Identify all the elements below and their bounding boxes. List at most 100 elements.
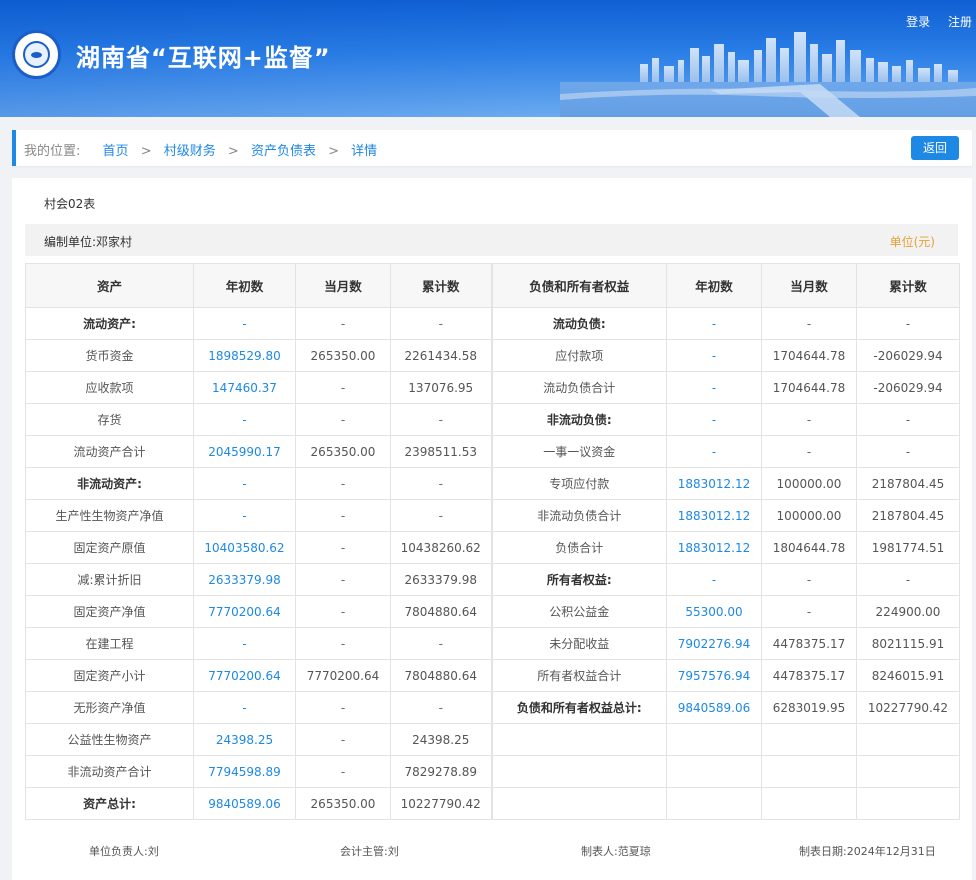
liability-item-cell: 应付款项 [490,339,667,372]
table-row: 应收款项 147460.37-137076.95 流动负债合计 -1704644.78… [25,371,960,404]
asset-month-cell: 265350.00 [295,787,391,820]
liability-opening-cell: 9840589.06 [666,691,762,724]
back-button[interactable]: 返回 [911,136,959,160]
liability-cumulative-cell: - [856,307,960,340]
asset-month-cell: - [295,595,391,628]
accounting-head-signature: 会计主管:刘 [340,845,399,858]
asset-opening-cell: 147460.37 [193,371,296,404]
asset-month-cell: - [295,531,391,564]
asset-opening-cell: - [193,627,296,660]
liability-opening-cell: 55300.00 [666,595,762,628]
register-link[interactable]: 注册 [948,15,972,29]
site-logo-icon[interactable] [12,30,61,79]
asset-cumulative-cell: - [390,307,492,340]
asset-opening-cell: - [193,499,296,532]
liability-opening-cell: 7957576.94 [666,659,762,692]
table-row: 非流动资产合计 7794598.89-7829278.89 [25,755,960,788]
table-row: 公益性生物资产 24398.25-24398.25 [25,723,960,756]
asset-cumulative-cell: 10227790.42 [390,787,492,820]
liability-cumulative-cell: 8021115.91 [856,627,960,660]
liability-cumulative-cell: -206029.94 [856,371,960,404]
form-code: 村会02表 [44,197,96,211]
liability-item-cell: 负债合计 [490,531,667,564]
asset-opening-cell: 7770200.64 [193,659,296,692]
asset-opening-cell: 2045990.17 [193,435,296,468]
liability-opening-cell: - [666,371,762,404]
asset-item-cell: 非流动资产: [25,467,194,500]
col-month: 当月数 [295,263,391,308]
asset-cumulative-cell: - [390,403,492,436]
asset-opening-cell: 7794598.89 [193,755,296,788]
liability-month-cell: 1704644.78 [761,371,857,404]
breadcrumb-village-finance[interactable]: 村级财务 [164,144,216,159]
liability-month-cell: - [761,435,857,468]
asset-item-cell: 流动资产: [25,307,194,340]
breadcrumb-prefix: 我的位置: [24,144,81,159]
breadcrumb-separator: > [328,144,339,159]
liability-month-cell: 1704644.78 [761,339,857,372]
asset-month-cell: - [295,755,391,788]
liability-item-cell: 所有者权益合计 [490,659,667,692]
breadcrumb-home[interactable]: 首页 [103,144,129,159]
unit-bar: 编制单位:邓家村 单位(元) [25,224,958,256]
liability-cumulative-cell: - [856,403,960,436]
breadcrumb-bar: 我的位置: 首页 > 村级财务 > 资产负债表 > 详情 返回 [12,130,972,166]
login-link[interactable]: 登录 [906,15,930,29]
liability-cumulative-cell: 2187804.45 [856,499,960,532]
table-row: 减:累计折旧 2633379.98-2633379.98 所有者权益: - - - [25,563,960,596]
asset-item-cell: 无形资产净值 [25,691,194,724]
asset-month-cell: - [295,563,391,596]
asset-month-cell: - [295,403,391,436]
balance-sheet-table: 资产 年初数 当月数 累计数 负债和所有者权益 年初数 当月数 累计数 流动资产… [25,263,960,820]
currency-unit: 单位(元) [889,235,935,249]
table-row: 固定资产净值 7770200.64-7804880.64 公积公益金 55300.00… [25,595,960,628]
table-row: 在建工程 - - - 未分配收益 7902276.94 4478375.17 8021115.… [25,627,960,660]
table-header-row: 资产 年初数 当月数 累计数 负债和所有者权益 年初数 当月数 累计数 [25,263,960,308]
asset-item-cell: 生产性生物资产净值 [25,499,194,532]
table-row: 货币资金 1898529.80 265350.00 2261434.58 应付款项 -17… [25,339,960,372]
liability-item-cell: 公积公益金 [490,595,667,628]
asset-item-cell: 流动资产合计 [25,435,194,468]
asset-opening-cell: 1898529.80 [193,339,296,372]
asset-item-cell: 应收款项 [25,371,194,404]
asset-cumulative-cell: - [390,627,492,660]
breadcrumb-balance-sheet[interactable]: 资产负债表 [251,144,316,159]
breadcrumb-separator: > [227,144,239,159]
liability-month-cell [761,723,857,756]
asset-opening-cell: 2633379.98 [193,563,296,596]
liability-item-cell [490,755,667,788]
table-row: 存货 - - - 非流动负债: - - - [25,403,960,436]
liability-month-cell: 4478375.17 [761,659,857,692]
asset-opening-cell: 7770200.64 [193,595,296,628]
asset-cumulative-cell: 7829278.89 [390,755,492,788]
table-row: 资产总计: 9840589.06 265350.00 10227790.42 [25,787,960,820]
asset-opening-cell: 9840589.06 [193,787,296,820]
asset-cumulative-cell: - [390,467,492,500]
liability-month-cell: - [761,595,857,628]
asset-month-cell: - [295,627,391,660]
asset-opening-cell: - [193,307,296,340]
liability-cumulative-cell: 1981774.51 [856,531,960,564]
city-skyline-image [560,32,976,117]
asset-cumulative-cell: - [390,499,492,532]
liability-month-cell: 6283019.95 [761,691,857,724]
asset-cumulative-cell: - [390,691,492,724]
asset-item-cell: 资产总计: [25,787,194,820]
asset-item-cell: 减:累计折旧 [25,563,194,596]
liability-item-cell [490,723,667,756]
liability-opening-cell [666,723,762,756]
col-liabilities: 负债和所有者权益 [490,263,667,308]
asset-cumulative-cell: 2398511.53 [390,435,492,468]
breadcrumb-detail[interactable]: 详情 [351,144,377,159]
auth-links: 登录 注册 [892,13,972,30]
liability-month-cell: 100000.00 [761,467,857,500]
liability-item-cell: 未分配收益 [490,627,667,660]
liability-item-cell: 一事一议资金 [490,435,667,468]
liability-item-cell: 专项应付款 [490,467,667,500]
breadcrumb-separator: > [140,144,152,159]
liability-month-cell: - [761,307,857,340]
asset-cumulative-cell: 2261434.58 [390,339,492,372]
liability-item-cell: 非流动负债合计 [490,499,667,532]
liability-cumulative-cell: - [856,435,960,468]
liability-item-cell: 流动负债合计 [490,371,667,404]
